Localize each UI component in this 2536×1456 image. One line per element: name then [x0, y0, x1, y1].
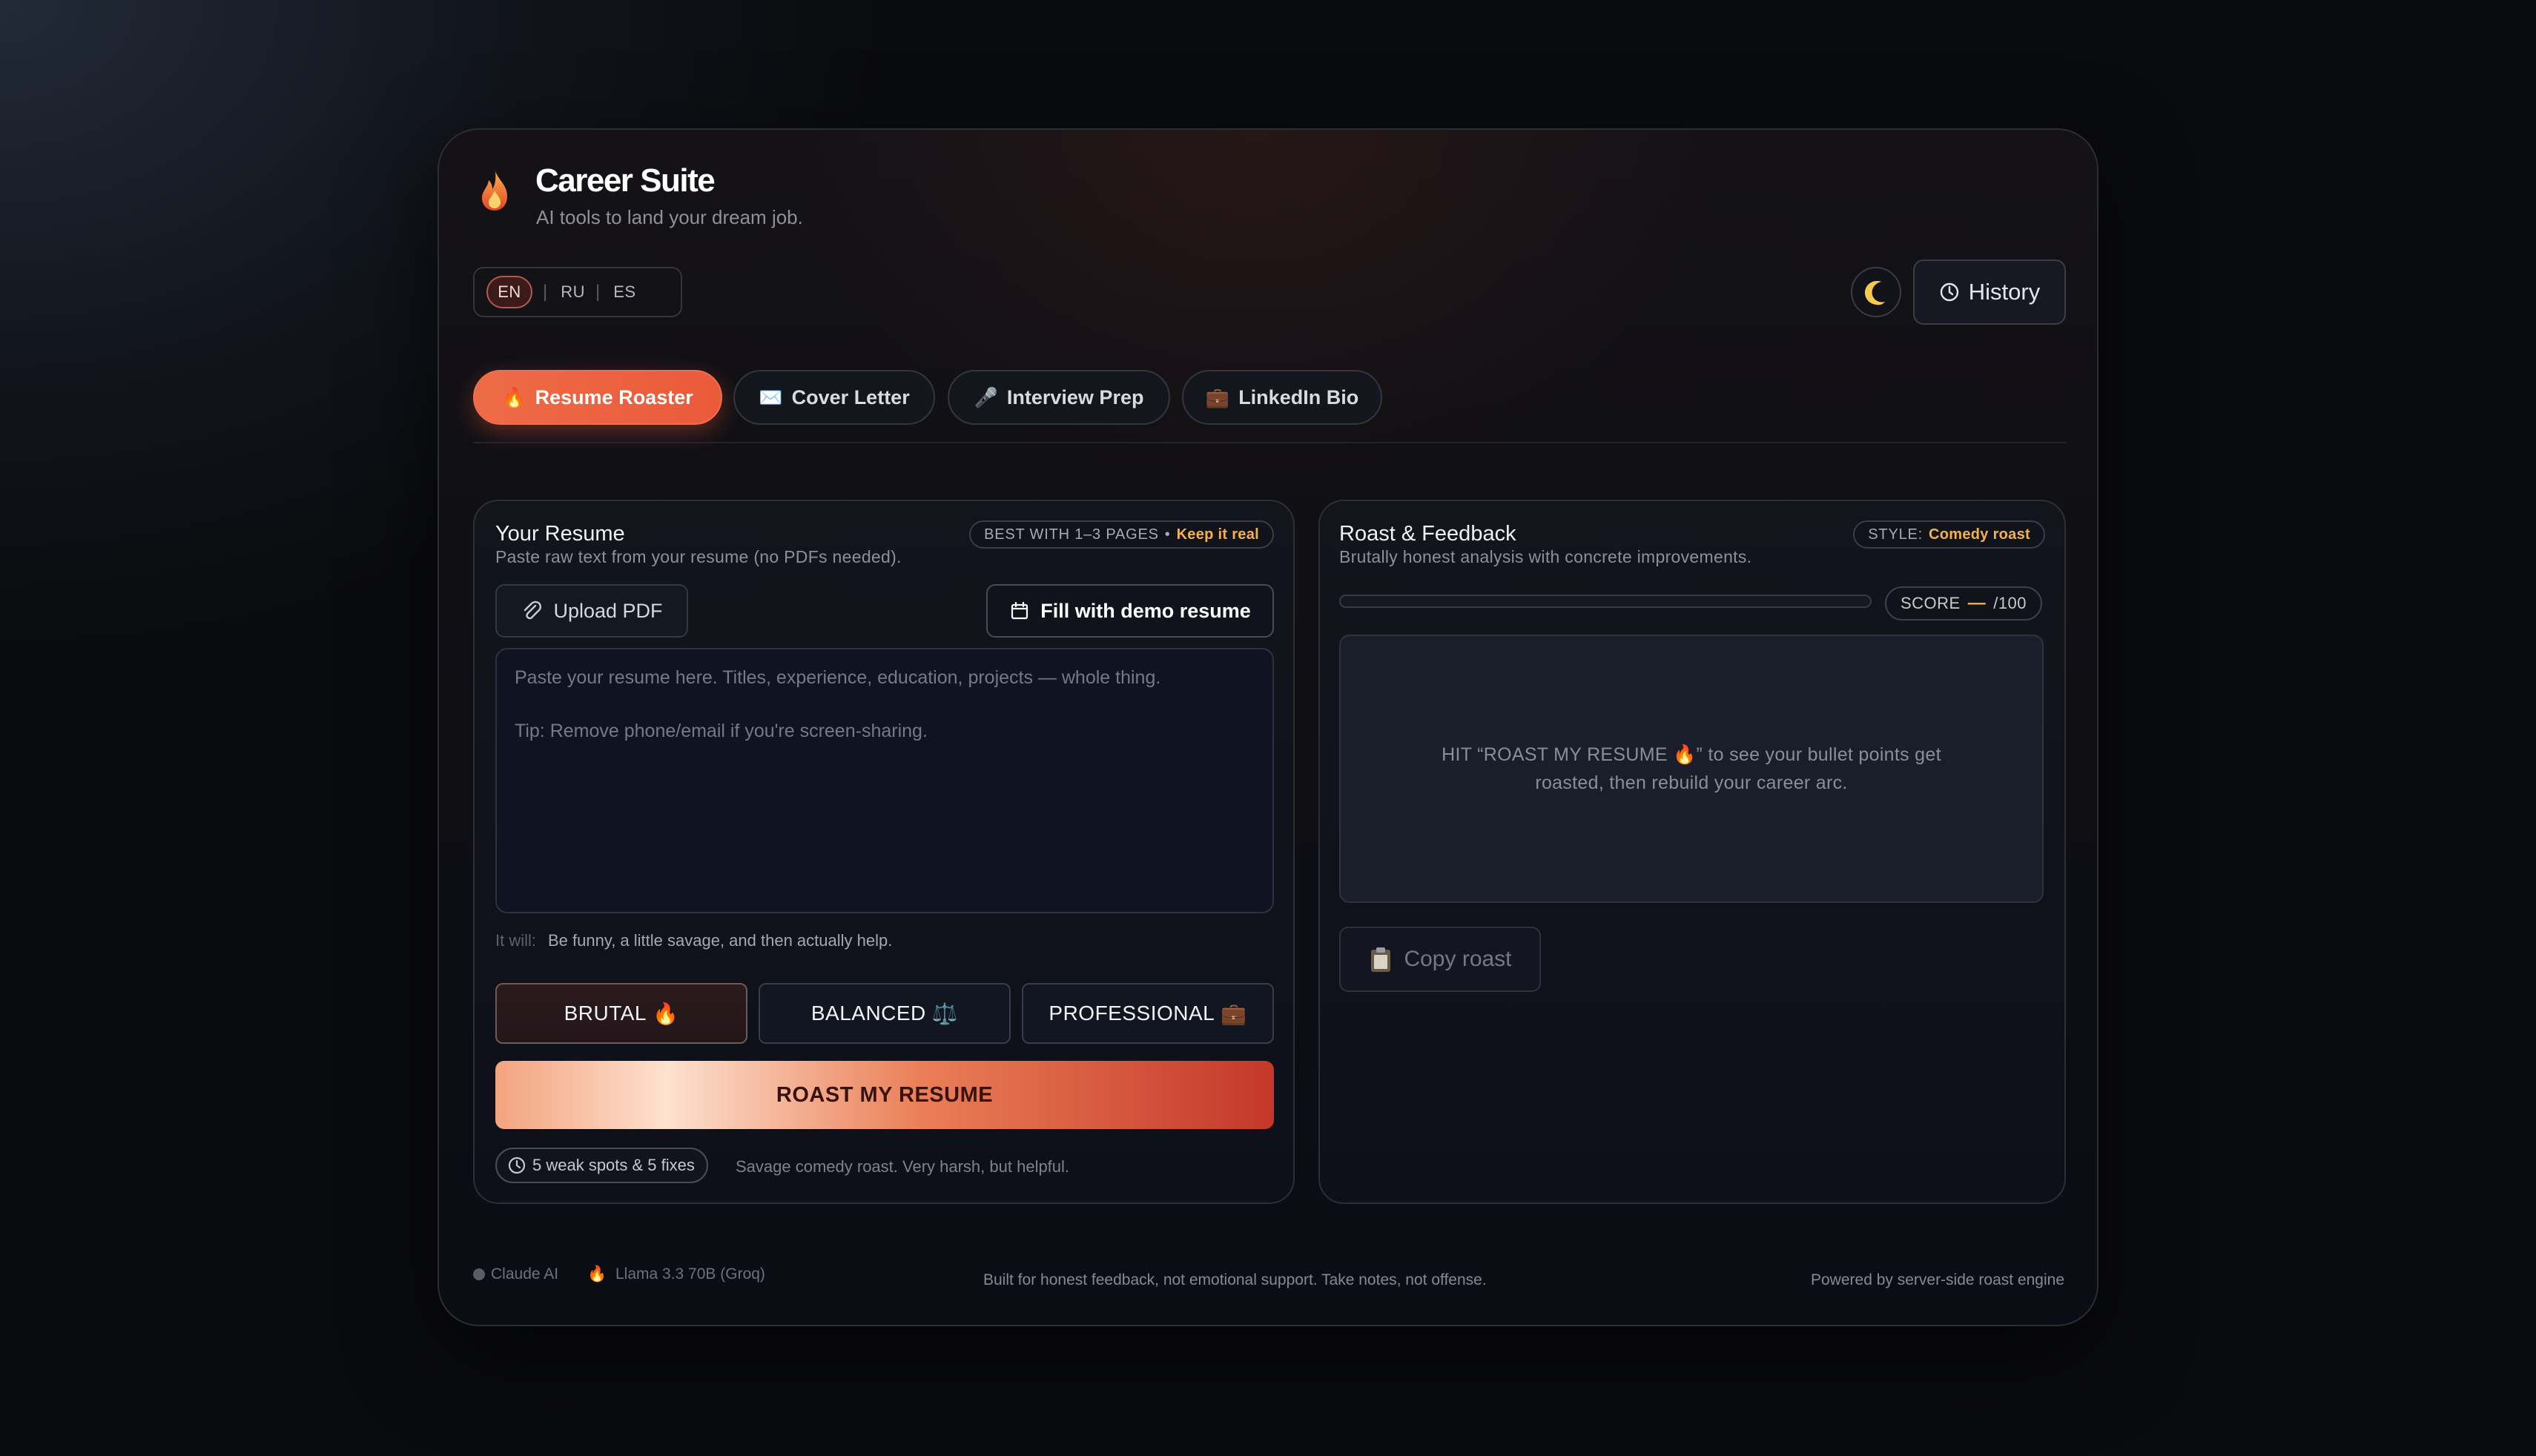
flame-icon: 🔥	[502, 385, 526, 408]
app-subtitle: AI tools to land your dream job.	[536, 206, 803, 228]
lang-divider: |	[543, 282, 548, 302]
chip-separator: •	[1164, 526, 1171, 543]
tab-resume-roaster[interactable]: 🔥 Resume Roaster	[473, 370, 722, 425]
mode-label: BRUTAL	[564, 1002, 647, 1025]
style-chip: STYLE: Comedy roast	[1853, 520, 2045, 549]
provider-llama-label: Llama 3.3 70B (Groq)	[615, 1265, 765, 1283]
lang-es-button[interactable]: ES	[613, 282, 635, 302]
mode-label: BALANCED	[810, 1002, 926, 1025]
app-window: Career Suite AI tools to land your dream…	[437, 128, 2099, 1326]
mode-description: Savage comedy roast. Very harsh, but hel…	[736, 1157, 1070, 1176]
style-value: Comedy roast	[1929, 526, 2030, 543]
copy-roast-button[interactable]: Copy roast	[1339, 927, 1541, 992]
briefcase-icon: 💼	[1205, 385, 1230, 408]
tab-interview-prep[interactable]: 🎤 Interview Prep	[948, 370, 1170, 425]
feedback-panel-title: Roast & Feedback	[1339, 522, 1516, 546]
paperclip-icon	[524, 600, 542, 620]
textarea-placeholder-line: Paste your resume here. Titles, experien…	[515, 667, 1161, 688]
footer-tagline: Built for honest feedback, not emotional…	[983, 1271, 1487, 1288]
app-title: Career Suite	[535, 162, 716, 199]
scales-icon: ⚖️	[931, 1002, 959, 1025]
clipboard-icon	[1371, 947, 1391, 972]
empty-state-message: HIT “ROAST MY RESUME 🔥” to see your bull…	[1442, 744, 1941, 793]
pages-hint-text: BEST WITH 1–3 PAGES	[984, 526, 1159, 543]
score-progress-bar	[1339, 595, 1872, 608]
weak-spots-text: 5 weak spots & 5 fixes	[532, 1156, 695, 1174]
pages-hint-accent: Keep it real	[1176, 526, 1259, 543]
it-will-label: It will:	[495, 931, 536, 950]
provider-llama: 🔥 Llama 3.3 70B (Groq)	[587, 1265, 765, 1283]
score-label: SCORE	[1900, 594, 1961, 612]
clock-icon	[508, 1156, 526, 1174]
score-chip: SCORE — /100	[1885, 586, 2042, 621]
flame-icon: 🔥	[587, 1265, 607, 1283]
flame-icon: 🔥	[653, 1002, 679, 1025]
score-max: /100	[1993, 594, 2027, 612]
lang-en-button[interactable]: EN	[486, 276, 532, 308]
fill-demo-button[interactable]: Fill with demo resume	[986, 584, 1274, 638]
microphone-icon: 🎤	[974, 385, 998, 408]
mode-balanced-button[interactable]: BALANCED ⚖️	[759, 983, 1011, 1044]
tab-label: Cover Letter	[791, 385, 910, 408]
pages-hint-chip: BEST WITH 1–3 PAGES • Keep it real	[969, 520, 1274, 549]
resume-panel-subtitle: Paste raw text from your resume (no PDFs…	[495, 547, 902, 566]
textarea-placeholder-tip: Tip: Remove phone/email if you're screen…	[515, 721, 928, 741]
tabs-divider	[473, 442, 2066, 443]
roast-my-resume-button[interactable]: ROAST MY RESUME	[495, 1061, 1274, 1129]
provider-claude: Claude AI	[473, 1265, 558, 1283]
upload-pdf-label: Upload PDF	[553, 599, 663, 622]
history-label: History	[1968, 279, 2041, 305]
tab-cover-letter[interactable]: ✉️ Cover Letter	[733, 370, 935, 425]
tab-label: Resume Roaster	[535, 385, 693, 408]
fill-demo-label: Fill with demo resume	[1040, 599, 1251, 622]
resume-panel-title: Your Resume	[495, 522, 625, 546]
theme-toggle-button[interactable]	[1851, 267, 1901, 317]
clock-icon	[1940, 282, 1958, 302]
score-value: —	[1967, 593, 1987, 613]
history-button[interactable]: History	[1913, 259, 2066, 325]
language-switcher: EN | RU | ES	[473, 267, 682, 317]
resume-textarea[interactable]: Paste your resume here. Titles, experien…	[495, 648, 1274, 913]
mode-professional-button[interactable]: PROFESSIONAL 💼	[1022, 983, 1274, 1044]
calendar-icon	[1011, 601, 1028, 620]
mode-brutal-button[interactable]: BRUTAL 🔥	[495, 983, 747, 1044]
style-label: STYLE:	[1868, 526, 1924, 543]
footer-powered-by: Powered by server-side roast engine	[1810, 1271, 2064, 1288]
mode-label: PROFESSIONAL	[1049, 1002, 1215, 1025]
weak-spots-badge: 5 weak spots & 5 fixes	[495, 1148, 708, 1183]
lang-ru-button[interactable]: RU	[561, 282, 585, 302]
roast-output-area: HIT “ROAST MY RESUME 🔥” to see your bull…	[1339, 635, 2044, 903]
lang-divider: |	[595, 282, 601, 302]
resume-panel: Your Resume Paste raw text from your res…	[473, 500, 1295, 1204]
flame-logo-icon	[478, 168, 512, 213]
feedback-panel: Roast & Feedback Brutally honest analysi…	[1318, 500, 2066, 1204]
briefcase-icon: 💼	[1221, 1002, 1247, 1025]
tab-label: LinkedIn Bio	[1238, 385, 1359, 408]
tab-linkedin-bio[interactable]: 💼 LinkedIn Bio	[1182, 370, 1382, 425]
provider-claude-label: Claude AI	[491, 1265, 559, 1283]
status-dot-icon	[473, 1268, 485, 1280]
tab-label: Interview Prep	[1006, 385, 1144, 408]
it-will-text: Be funny, a little savage, and then actu…	[548, 931, 893, 950]
envelope-icon: ✉️	[759, 385, 783, 408]
moon-icon	[1864, 281, 1885, 305]
copy-roast-label: Copy roast	[1404, 947, 1512, 971]
upload-pdf-button[interactable]: Upload PDF	[495, 584, 688, 638]
feedback-panel-subtitle: Brutally honest analysis with concrete i…	[1339, 547, 1752, 566]
it-will-row: It will: Be funny, a little savage, and t…	[495, 931, 892, 950]
